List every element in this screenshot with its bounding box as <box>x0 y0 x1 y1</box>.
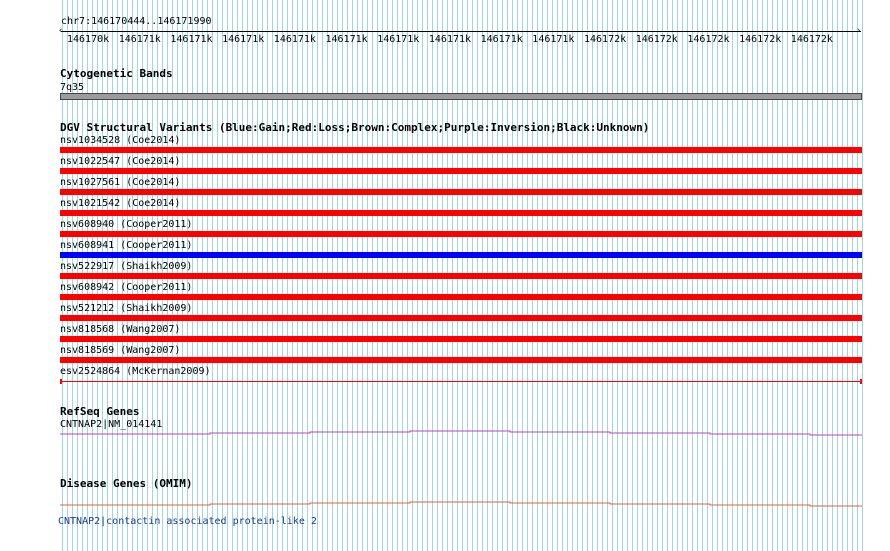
ruler-tick-label: 146171k <box>222 34 265 45</box>
ruler-right-arrow-icon: › <box>856 26 862 36</box>
location-label: chr7:146170444..146171990 <box>61 16 212 27</box>
variant-bar[interactable] <box>60 315 862 321</box>
variant-bar[interactable] <box>60 147 862 153</box>
variant-label: nsv608940 (Cooper2011) <box>60 219 193 230</box>
variant-end-tick <box>860 379 862 384</box>
variant-label: nsv1021542 (Coe2014) <box>60 198 181 209</box>
variant-bar[interactable] <box>60 273 862 279</box>
omim-gene-label[interactable]: CNTNAP2|contactin associated protein-lik… <box>58 516 317 527</box>
variant-bar[interactable] <box>60 189 862 195</box>
ruler-tick-label: 146171k <box>325 34 368 45</box>
ruler-tick-label: 146171k <box>377 34 420 45</box>
track-title-dgv: DGV Structural Variants (Blue:Gain;Red:L… <box>60 121 650 134</box>
ruler-tick-label: 146171k <box>118 34 161 45</box>
variant-label: esv2524864 (McKernan2009) <box>60 366 211 377</box>
variant-label: nsv522917 (Shaikh2009) <box>60 261 193 272</box>
ruler-axis <box>61 31 861 32</box>
variant-bar[interactable] <box>60 210 862 216</box>
variant-label: nsv608941 (Cooper2011) <box>60 240 193 251</box>
variant-label: nsv818569 (Wang2007) <box>60 345 181 356</box>
ruler-tick-label: 146171k <box>428 34 472 45</box>
genome-browser-panel: chr7:146170444..146171990 ‹ › 146170k 146… <box>0 0 890 551</box>
variant-bar[interactable] <box>60 231 862 237</box>
variant-label: nsv818568 (Wang2007) <box>60 324 181 335</box>
ruler-tick-label: 146172k <box>790 34 833 45</box>
ruler-tick-label: 146172k <box>635 34 678 45</box>
variant-label: nsv1027561 (Coe2014) <box>60 177 181 188</box>
variant-bar[interactable] <box>60 294 862 300</box>
ruler-tick-label: 146172k <box>584 34 627 45</box>
variant-bar[interactable] <box>60 336 862 342</box>
ruler-tick-label: 146171k <box>480 34 523 45</box>
track-title-refseq: RefSeq Genes <box>60 405 140 418</box>
variant-bar[interactable] <box>60 381 862 382</box>
track-title-cytogenetic: Cytogenetic Bands <box>60 67 173 80</box>
track-title-omim: Disease Genes (OMIM) <box>60 477 193 490</box>
variant-label: nsv608942 (Cooper2011) <box>60 282 193 293</box>
ruler-tick-label: 146172k <box>687 34 730 45</box>
variant-label: nsv1034528 (Coe2014) <box>60 135 181 146</box>
variant-bar[interactable] <box>60 168 862 174</box>
variant-label: nsv1022547 (Coe2014) <box>60 156 181 167</box>
variant-end-tick <box>60 379 62 384</box>
variant-bar[interactable] <box>60 252 862 258</box>
ruler-tick-label: 146171k <box>273 34 316 45</box>
refseq-gene-feature[interactable] <box>0 425 890 440</box>
ruler-tick-label: 146171k <box>532 34 575 45</box>
ruler-left-arrow-icon: ‹ <box>58 26 64 36</box>
ruler-tick-label: 146172k <box>739 34 782 45</box>
ruler-tick-label: 146170k <box>67 34 110 45</box>
variant-label: nsv521212 (Shaikh2009) <box>60 303 193 314</box>
ruler-tick-label: 146171k <box>170 34 213 45</box>
band-label: 7q35 <box>60 82 85 93</box>
variant-bar[interactable] <box>60 357 862 363</box>
cytogenetic-band[interactable] <box>60 93 862 100</box>
omim-gene-feature[interactable] <box>0 497 890 512</box>
